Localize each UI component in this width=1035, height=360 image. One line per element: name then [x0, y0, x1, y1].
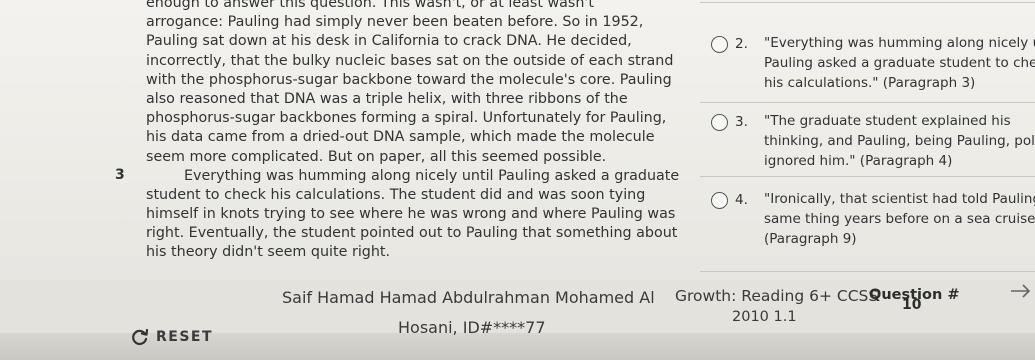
passage-line: enough to answer this question. This was…	[146, 0, 594, 11]
growth-standard: Growth: Reading 6+ CCSS	[675, 287, 879, 305]
paragraph-number: 3	[115, 167, 125, 183]
reading-passage: enough to answer this question. This was…	[146, 0, 691, 263]
option-divider	[700, 102, 1035, 103]
option-4-number: 4.	[735, 192, 748, 208]
reset-label: RESET	[156, 329, 214, 345]
passage-line: with the phosphorus-sugar backbone towar…	[146, 71, 672, 88]
option-2-text[interactable]: "Everything was humming along nicely unt…	[764, 34, 1035, 93]
option-4-radio[interactable]	[711, 192, 728, 209]
option-3-number: 3.	[735, 114, 748, 130]
passage-line: phosphorus-sugar backbones forming a spi…	[146, 110, 667, 127]
student-id: Hosani, ID#****77	[398, 318, 546, 337]
reset-button[interactable]: RESET	[130, 324, 220, 350]
refresh-icon	[132, 328, 149, 345]
passage-line: seem more complicated. But on paper, all…	[146, 148, 607, 165]
passage-line: student to check his calculations. The s…	[146, 186, 646, 203]
student-name: Saif Hamad Hamad Abdulrahman Mohamed Al	[282, 288, 655, 307]
passage-line: his theory didn't seem quite right.	[146, 244, 391, 261]
passage-line: Pauling sat down at his desk in Californ…	[146, 33, 632, 50]
option-4-text[interactable]: "Ironically, that scientist had told Pau…	[764, 190, 1035, 249]
passage-line: Everything was humming along nicely unti…	[184, 167, 680, 184]
question-page: enough to answer this question. This was…	[0, 0, 1035, 290]
passage-line: his data came from a dried-out DNA sampl…	[146, 129, 655, 146]
arrow-right-icon[interactable]	[1005, 280, 1035, 302]
passage-line: incorrectly, that the bulky nucleic base…	[146, 52, 674, 69]
option-2-number: 2.	[735, 36, 748, 52]
passage-line: himself in knots trying to see where he …	[146, 206, 676, 223]
passage-line: also reasoned that DNA was a triple heli…	[146, 90, 628, 107]
passage-line: right. Eventually, the student pointed o…	[146, 225, 678, 242]
option-divider	[700, 2, 1035, 3]
option-3-radio[interactable]	[711, 114, 728, 131]
option-divider	[700, 271, 1035, 272]
option-2-radio[interactable]	[711, 36, 728, 53]
passage-line: arrogance: Pauling had simply never been…	[146, 14, 644, 31]
option-3-text[interactable]: "The graduate student explained his thin…	[764, 112, 1035, 171]
option-divider	[700, 176, 1035, 177]
question-number: 10	[902, 297, 922, 313]
standard-code: 2010 1.1	[732, 309, 797, 325]
